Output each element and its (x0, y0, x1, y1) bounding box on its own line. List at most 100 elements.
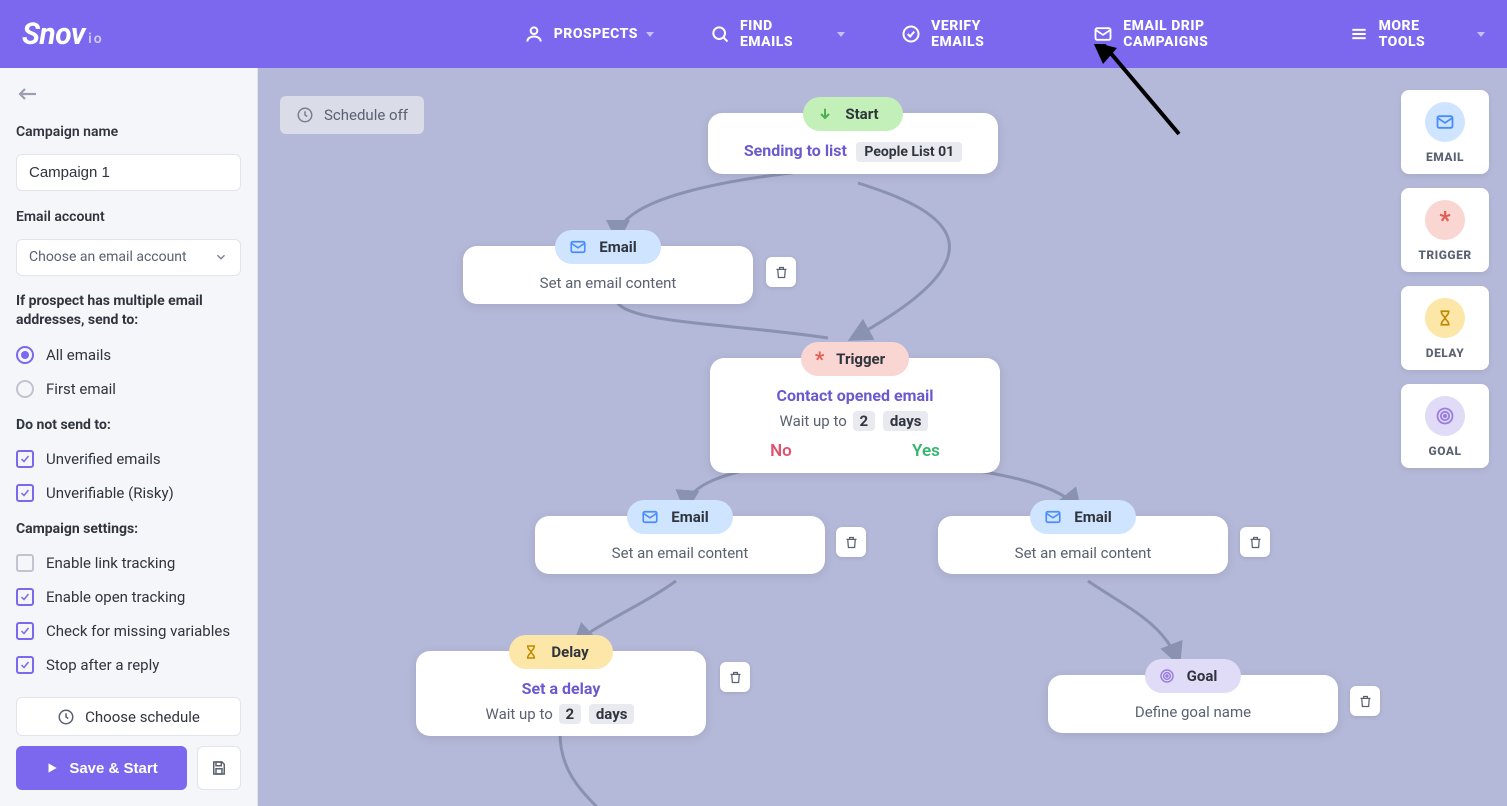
node-header-email: Email (1030, 500, 1135, 534)
check-label: Stop after a reply (46, 656, 159, 674)
mail-icon (1093, 24, 1113, 44)
check-unverified[interactable]: Unverified emails (16, 447, 241, 471)
campaign-name-input[interactable] (16, 154, 241, 191)
trash-icon (1248, 535, 1263, 550)
check-missing-vars[interactable]: Check for missing variables (16, 619, 241, 643)
nav-find-emails[interactable]: FIND EMAILS (710, 18, 845, 50)
radio-icon (16, 346, 34, 364)
check-link-tracking[interactable]: Enable link tracking (16, 551, 241, 575)
check-stop-reply[interactable]: Stop after a reply (16, 653, 241, 677)
tool-delay[interactable]: DELAY (1401, 286, 1489, 370)
trash-email-2[interactable] (836, 527, 866, 557)
node-email-1[interactable]: Email Set an email content (463, 246, 753, 304)
top-navbar: Snovio PROSPECTS FIND EMAILS VERIFY EMAI… (0, 0, 1507, 68)
tool-goal[interactable]: GOAL (1401, 384, 1489, 468)
logo[interactable]: Snovio (22, 17, 104, 52)
check-label: Unverifiable (Risky) (46, 484, 174, 502)
delay-title: Set a delay (486, 679, 637, 698)
campaign-name-label: Campaign name (16, 124, 241, 140)
asterisk-icon: * (1425, 200, 1465, 240)
nav-label: MORE TOOLS (1379, 18, 1469, 50)
email-account-label: Email account (16, 209, 241, 225)
trigger-wait-value: 2 (853, 411, 876, 431)
schedule-chip[interactable]: Schedule off (280, 96, 424, 134)
tool-trigger[interactable]: * TRIGGER (1401, 188, 1489, 272)
trigger-wait: Wait up to 2 days (777, 411, 934, 431)
nav-prospects[interactable]: PROSPECTS (524, 24, 654, 44)
canvas[interactable]: Schedule off (258, 68, 1507, 806)
check-open-tracking[interactable]: Enable open tracking (16, 585, 241, 609)
node-header-label: Trigger (836, 350, 885, 368)
node-header-delay: Delay (509, 635, 612, 669)
logo-main: Snov (22, 17, 85, 52)
node-header-label: Start (845, 105, 878, 123)
schedule-chip-label: Schedule off (324, 106, 408, 124)
trash-icon (1358, 694, 1373, 709)
trigger-wait-prefix: Wait up to (780, 412, 847, 430)
trash-email-3[interactable] (1240, 527, 1270, 557)
checkbox-icon (16, 450, 34, 468)
goal-body: Define goal name (1135, 703, 1251, 721)
node-header-goal: Goal (1145, 659, 1242, 693)
save-start-button[interactable]: Save & Start (16, 746, 187, 790)
trash-icon (774, 265, 789, 280)
target-icon (1159, 668, 1175, 684)
node-start[interactable]: Start Sending to list People List 01 (708, 113, 998, 174)
radio-label: All emails (46, 346, 111, 364)
node-email-2[interactable]: Email Set an email content (535, 516, 825, 574)
caret-icon (646, 32, 654, 37)
choose-schedule-button[interactable]: Choose schedule (16, 697, 241, 736)
node-trigger[interactable]: * Trigger Contact opened email Wait up t… (710, 358, 1000, 473)
clock-icon (57, 708, 75, 726)
checkbox-icon (16, 484, 34, 502)
check-label: Unverified emails (46, 450, 161, 468)
check-circle-icon (901, 24, 921, 44)
mail-icon (1425, 102, 1465, 142)
nav-verify-emails[interactable]: VERIFY EMAILS (901, 18, 1037, 50)
caret-icon (837, 32, 845, 37)
node-header-label: Email (599, 238, 636, 256)
multi-email-label: If prospect has multiple email addresses… (16, 292, 241, 330)
node-delay[interactable]: Delay Set a delay Wait up to 2 days (416, 651, 706, 736)
check-unverifiable[interactable]: Unverifiable (Risky) (16, 481, 241, 505)
radio-first-email[interactable]: First email (16, 377, 241, 401)
target-icon (1425, 396, 1465, 436)
node-header-start: Start (803, 97, 902, 131)
check-label: Enable link tracking (46, 554, 175, 572)
email-account-select[interactable]: Choose an email account (16, 239, 241, 276)
node-header-email: Email (555, 230, 660, 264)
nav-items: PROSPECTS FIND EMAILS VERIFY EMAILS EMAI… (524, 18, 1485, 50)
node-start-title: Sending to list (744, 141, 847, 160)
check-label: Enable open tracking (46, 588, 185, 606)
delay-wait-unit: days (589, 704, 635, 724)
trash-goal[interactable] (1350, 686, 1380, 716)
node-header-label: Delay (551, 643, 588, 661)
do-not-send-label: Do not send to: (16, 417, 241, 433)
node-email-body: Set an email content (612, 544, 749, 562)
hourglass-icon (1425, 298, 1465, 338)
choose-schedule-label: Choose schedule (85, 708, 200, 726)
node-goal[interactable]: Goal Define goal name (1048, 675, 1338, 733)
person-icon (524, 24, 544, 44)
tool-label: DELAY (1426, 346, 1464, 360)
trigger-yes: Yes (912, 441, 940, 461)
nav-more-tools[interactable]: MORE TOOLS (1349, 18, 1485, 50)
toolbox: EMAIL * TRIGGER DELAY GOAL (1401, 90, 1489, 468)
trash-delay[interactable] (720, 662, 750, 692)
node-email-3[interactable]: Email Set an email content (938, 516, 1228, 574)
tool-email[interactable]: EMAIL (1401, 90, 1489, 174)
trigger-title: Contact opened email (777, 386, 934, 405)
checkbox-icon (16, 588, 34, 606)
trigger-no: No (770, 441, 792, 461)
node-email-body: Set an email content (540, 274, 677, 292)
save-start-label: Save & Start (69, 760, 157, 777)
nav-drip-campaigns[interactable]: EMAIL DRIP CAMPAIGNS (1093, 18, 1292, 50)
node-header-label: Email (671, 508, 708, 526)
trash-email-1[interactable] (766, 257, 796, 287)
node-header-label: Goal (1187, 667, 1218, 685)
node-start-list: People List 01 (856, 142, 962, 162)
save-button[interactable] (197, 746, 241, 790)
radio-all-emails[interactable]: All emails (16, 343, 241, 367)
trigger-wait-unit: days (883, 411, 929, 431)
back-arrow[interactable] (16, 82, 40, 106)
